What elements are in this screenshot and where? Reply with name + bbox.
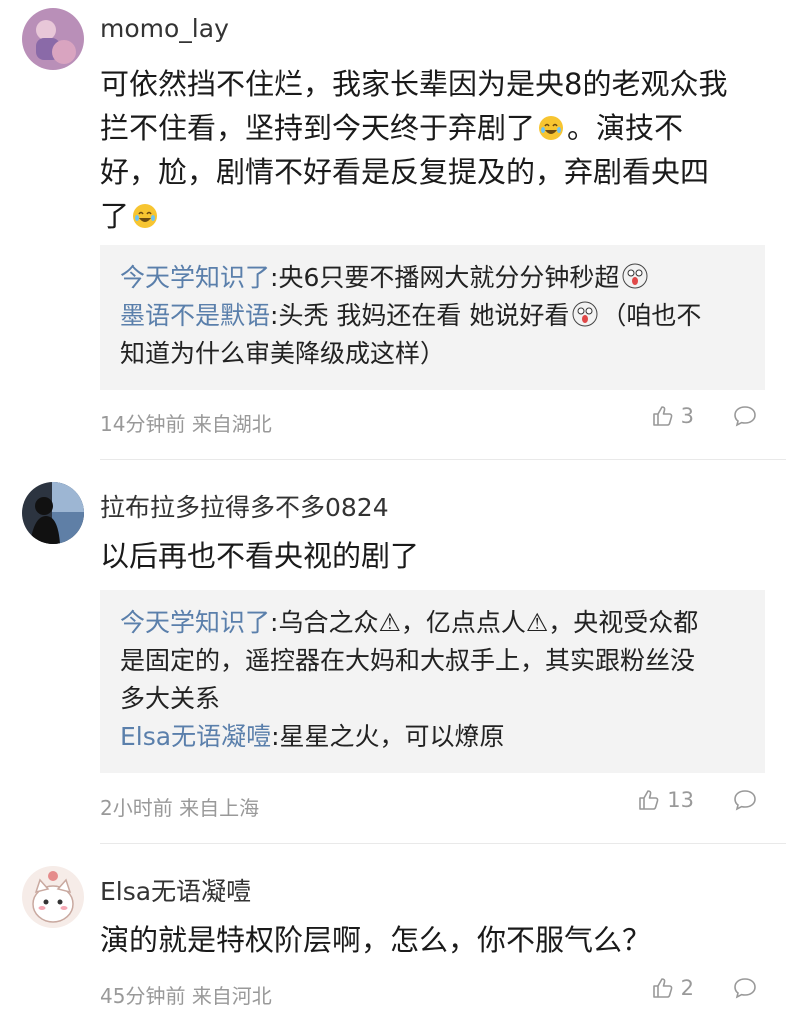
location: 来自湖北 bbox=[191, 412, 272, 436]
reply-box[interactable]: 今天学知识了:央6只要不播网大就分分钟秒超 墨语不是默语:头秃 我妈还在看 她说… bbox=[100, 245, 765, 390]
like-count: 13 bbox=[667, 788, 694, 812]
avatar[interactable] bbox=[22, 866, 84, 928]
comment-bubble-icon[interactable] bbox=[732, 404, 758, 428]
comment-meta: 14分钟前 来自湖北 bbox=[100, 408, 272, 437]
shocked-emoji-icon bbox=[572, 301, 598, 327]
like-count: 2 bbox=[680, 976, 694, 1000]
reply-username[interactable]: Elsa无语凝噎 bbox=[120, 722, 271, 751]
laugh-cry-emoji-icon bbox=[539, 116, 564, 140]
shocked-emoji-icon bbox=[622, 263, 648, 289]
laugh-cry-emoji-icon bbox=[133, 204, 158, 228]
username[interactable]: momo_lay bbox=[100, 14, 229, 43]
timestamp: 45分钟前 bbox=[100, 984, 186, 1008]
like-button[interactable]: 3 bbox=[651, 404, 694, 428]
thumbs-up-icon bbox=[652, 978, 673, 998]
timestamp: 2小时前 bbox=[100, 796, 173, 820]
avatar[interactable] bbox=[22, 482, 84, 544]
username[interactable]: Elsa无语凝噎 bbox=[100, 872, 251, 908]
like-button[interactable]: 13 bbox=[637, 788, 694, 812]
reply-text: :央6只要不播网大就分分钟秒超 bbox=[270, 263, 620, 292]
location: 来自上海 bbox=[179, 796, 260, 820]
timestamp: 14分钟前 bbox=[100, 412, 186, 436]
thumbs-up-icon bbox=[639, 790, 659, 810]
divider bbox=[100, 459, 786, 460]
comment-text: 以后再也不看央视的剧了 bbox=[100, 539, 420, 573]
like-button[interactable]: 2 bbox=[651, 976, 694, 1000]
username[interactable]: 拉布拉多拉得多不多0824 bbox=[100, 488, 389, 524]
reply-text: :乌合之众⚠，亿点点人⚠，央视受众都 bbox=[270, 608, 699, 637]
like-count: 3 bbox=[680, 404, 694, 428]
comment-bubble-icon[interactable] bbox=[732, 788, 758, 812]
comment-text: 演的就是特权阶层啊，怎么，你不服气么？ bbox=[100, 923, 652, 957]
divider bbox=[100, 843, 786, 844]
comment-bubble-icon[interactable] bbox=[732, 976, 758, 1000]
reply-text: :头秃 我妈还在看 她说好看 bbox=[270, 301, 570, 330]
comment-meta: 45分钟前 来自河北 bbox=[100, 980, 272, 1009]
avatar[interactable] bbox=[22, 8, 84, 70]
reply-username[interactable]: 今天学知识了 bbox=[120, 263, 270, 292]
comment-meta: 2小时前 来自上海 bbox=[100, 792, 259, 821]
comment-text: 可依然挡不住烂，我家长辈因为是央8的老观众我 拦不住看，坚持到今天终于弃剧了 。演… bbox=[100, 67, 728, 233]
reply-username[interactable]: 今天学知识了 bbox=[120, 608, 270, 637]
reply-username[interactable]: 墨语不是默语 bbox=[120, 301, 270, 330]
location: 来自河北 bbox=[191, 984, 272, 1008]
reply-box[interactable]: 今天学知识了:乌合之众⚠，亿点点人⚠，央视受众都 是固定的，遥控器在大妈和大叔手… bbox=[100, 590, 765, 773]
reply-text: :星星之火，可以燎原 bbox=[271, 722, 505, 751]
thumbs-up-icon bbox=[652, 406, 673, 426]
